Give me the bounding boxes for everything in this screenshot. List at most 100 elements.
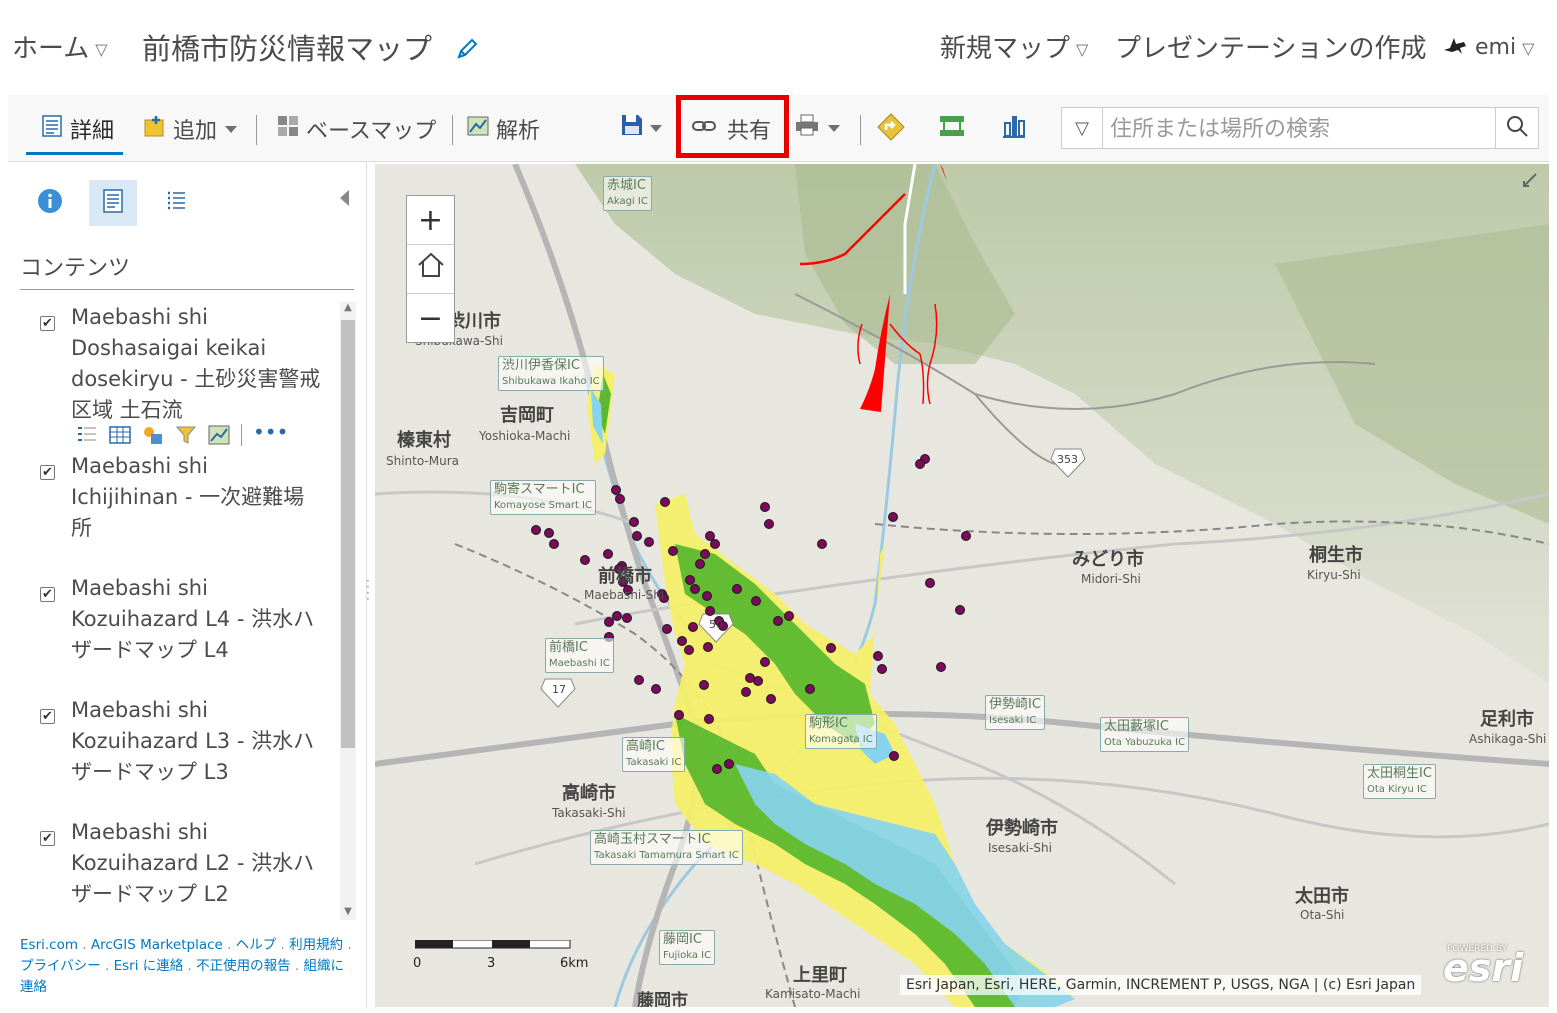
user-menu[interactable]: emi ▽ [1442, 34, 1534, 62]
layer-item[interactable]: ✔ Maebashi shi Ichijihinan - 一次避難場所 [20, 451, 338, 561]
home-menu[interactable]: ホーム ▽ [12, 28, 108, 65]
map-label: 伊勢崎IC Isesaki IC [985, 695, 1045, 730]
chevron-down-icon [225, 125, 238, 133]
directions-icon [877, 113, 905, 147]
layer-checkbox[interactable]: ✔ [40, 465, 55, 480]
add-button[interactable]: 追加 [143, 113, 238, 145]
create-presentation-link[interactable]: プレゼンテーションの作成 [1115, 28, 1426, 65]
scroll-up-icon[interactable]: ▲ [341, 302, 355, 313]
layer-item[interactable]: ✔ Maebashi shi Kozuihazard L2 - 洪水ハザードマッ… [20, 817, 338, 922]
plus-icon: + [417, 202, 444, 238]
layer-name: Maebashi shi Kozuihazard L3 - 洪水ハザードマップ … [71, 698, 315, 784]
new-map-menu[interactable]: 新規マップ ▽ [940, 28, 1088, 65]
edit-pencil-icon[interactable] [455, 34, 479, 68]
esri-logo: esri [1443, 946, 1524, 990]
chevron-down-icon: ▽ [95, 40, 108, 59]
footer-link[interactable]: プライバシー [20, 958, 101, 974]
map-label: 高崎玉村スマートIC Takasaki Tamamura Smart IC [590, 830, 743, 865]
map-label: 渋川市 [447, 311, 501, 332]
map-label: Ota-Shi [1300, 908, 1345, 922]
bookmarks-button[interactable] [1000, 113, 1028, 145]
toolbar-divider [256, 115, 257, 145]
toolbar-divider [860, 115, 861, 145]
layer-checkbox[interactable]: ✔ [40, 831, 55, 846]
map-attribution: Esri Japan, Esri, HERE, Garmin, INCREMEN… [900, 975, 1422, 995]
details-button[interactable]: 詳細 [40, 113, 114, 145]
about-tab[interactable] [26, 180, 74, 226]
layer-item[interactable]: ✔ Maebashi shi Kozuihazard L3 - 洪水ハザードマッ… [20, 695, 338, 805]
save-disk-icon [620, 113, 644, 143]
user-name: emi [1475, 35, 1517, 60]
map-label: 高崎IC Takasaki IC [622, 737, 686, 772]
map-label: 駒寄スマートIC Komayose Smart IC [490, 480, 596, 515]
legend-icon[interactable] [76, 425, 98, 445]
directions-button[interactable] [877, 113, 905, 147]
layer-name: Maebashi shi Kozuihazard L4 - 洪水ハザードマップ … [71, 576, 315, 662]
chevron-down-icon [650, 124, 662, 132]
style-icon[interactable] [142, 425, 164, 445]
divider [241, 424, 242, 446]
collapse-panel-icon[interactable] [340, 190, 349, 206]
basemap-button[interactable]: ベースマップ [276, 113, 436, 145]
map-label: 太田市 [1295, 886, 1349, 907]
map-label: Kiryu-Shi [1307, 568, 1361, 582]
chevron-down-icon [828, 124, 840, 132]
panel-divider [20, 289, 354, 290]
zoom-in-button[interactable]: + [407, 196, 454, 245]
layer-checkbox[interactable]: ✔ [40, 316, 55, 331]
footer-link[interactable]: ヘルプ [236, 937, 277, 953]
contents-list-icon [101, 188, 125, 218]
more-options-icon[interactable]: ••• [253, 422, 288, 445]
contents-panel: コンテンツ ✔ Maebashi shi Doshasaigai keikai … [8, 162, 367, 1007]
map-label: Kamisato-Machi [765, 987, 861, 1001]
map-label: Isesaki-Shi [988, 841, 1052, 855]
map-view[interactable]: 赤城IC Akagi IC 渋川市 Shibukawa-Shi 渋川伊香保IC Sh… [375, 164, 1549, 1007]
map-label: Yoshioka-Machi [479, 429, 571, 443]
footer-link[interactable]: ArcGIS Marketplace [91, 937, 223, 953]
save-button[interactable] [620, 113, 662, 143]
layer-item[interactable]: ✔ Maebashi shi Doshasaigai keikai doseki… [20, 302, 338, 452]
layer-name: Maebashi shi Doshasaigai keikai dosekiry… [71, 305, 321, 422]
search-input[interactable] [1108, 114, 1492, 144]
layer-item[interactable]: ✔ Maebashi shi Kozuihazard L4 - 洪水ハザードマッ… [20, 573, 338, 683]
printer-icon [794, 113, 820, 143]
legend-tab[interactable] [152, 180, 200, 226]
layer-tools: ••• [76, 422, 288, 446]
footer-link[interactable]: Esri に連絡 [114, 958, 184, 974]
analysis-label: 解析 [496, 119, 541, 144]
route-number: 353 [1057, 453, 1078, 466]
footer-link[interactable]: 利用規約 [289, 937, 343, 953]
table-icon[interactable] [109, 425, 131, 445]
search-button[interactable] [1495, 108, 1538, 148]
map-label: Maebashi-Shi [584, 588, 665, 602]
route-number: 17 [552, 683, 566, 696]
zoom-control: + − [406, 195, 455, 343]
filter-icon[interactable] [175, 425, 197, 445]
layer-checkbox[interactable]: ✔ [40, 709, 55, 724]
scroll-down-icon[interactable]: ▼ [341, 906, 355, 917]
footer-link[interactable]: Esri.com [20, 937, 78, 953]
home-label: ホーム [12, 34, 90, 64]
scale-label: 3 [487, 956, 496, 971]
presentation-label: プレゼンテーションの作成 [1115, 34, 1427, 64]
analysis-icon[interactable] [208, 425, 230, 445]
measure-icon [938, 113, 966, 145]
footer-link[interactable]: 不正使用の報告 [196, 958, 291, 974]
analysis-button[interactable]: 解析 [466, 113, 540, 145]
panel-resize-handle[interactable]: · · · · [366, 575, 370, 605]
layer-checkbox[interactable]: ✔ [40, 587, 55, 602]
expand-map-icon[interactable] [1521, 169, 1541, 193]
measure-button[interactable] [938, 113, 966, 145]
scrollbar-thumb[interactable] [341, 320, 355, 748]
print-button[interactable] [794, 113, 840, 143]
panel-title: コンテンツ [20, 256, 131, 281]
search-filter-dropdown[interactable]: ▽ [1062, 108, 1103, 148]
scale-label: 6km [560, 956, 589, 971]
contents-tab[interactable] [89, 180, 137, 226]
add-label: 追加 [173, 119, 218, 144]
map-label: Shinto-Mura [386, 454, 460, 468]
home-extent-button[interactable] [407, 245, 454, 294]
map-label: Takasaki-Shi [552, 806, 626, 820]
layer-name: Maebashi shi Kozuihazard L2 - 洪水ハザードマップ … [71, 820, 315, 906]
zoom-out-button[interactable]: − [407, 294, 454, 342]
